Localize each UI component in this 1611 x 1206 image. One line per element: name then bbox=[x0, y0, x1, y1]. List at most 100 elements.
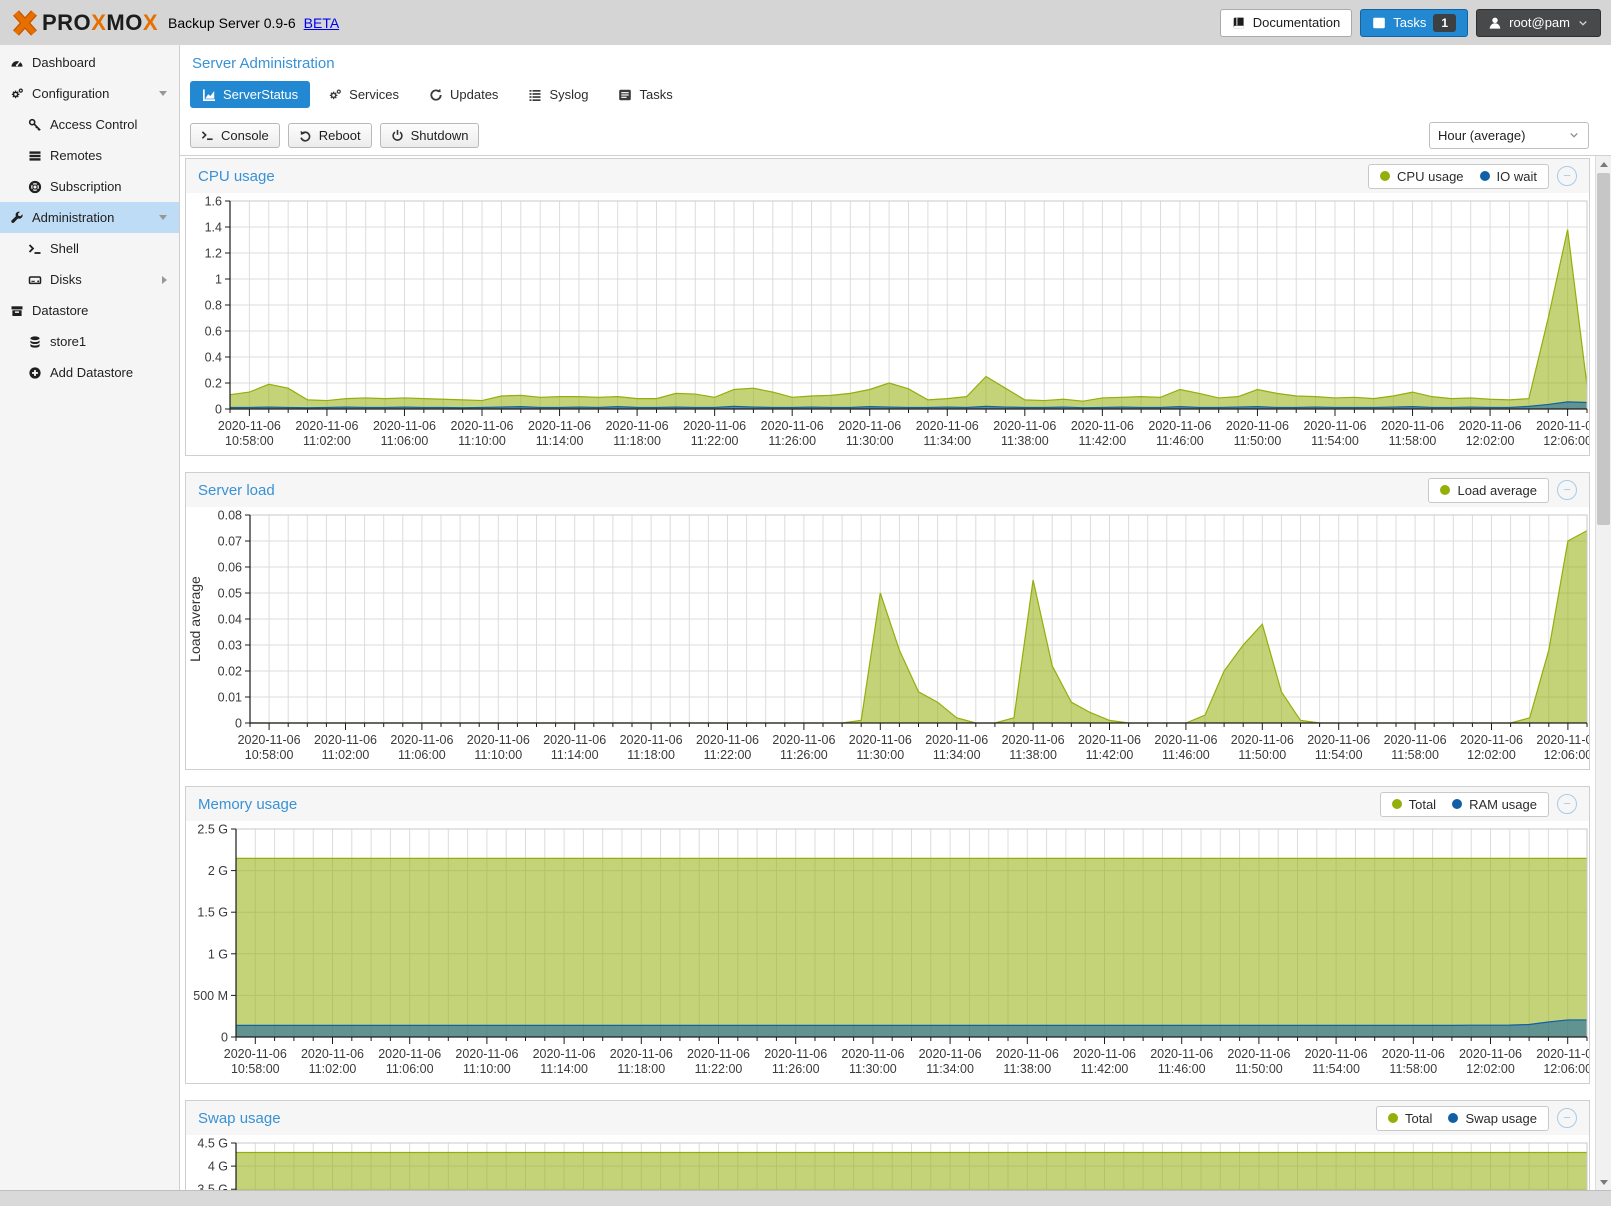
sidebar-item-access-control[interactable]: Access Control bbox=[0, 109, 179, 140]
panel-title: Server load bbox=[198, 482, 275, 499]
tasks-icon bbox=[618, 88, 632, 102]
svg-text:2020-11-06: 2020-11-06 bbox=[455, 1047, 518, 1061]
datastore-icon bbox=[10, 304, 24, 318]
svg-text:2020-11-06: 2020-11-06 bbox=[1073, 1047, 1136, 1061]
scroll-down-arrow-icon[interactable] bbox=[1596, 1174, 1611, 1190]
sidebar-item-subscription[interactable]: Subscription bbox=[0, 171, 179, 202]
shutdown-button[interactable]: Shutdown bbox=[380, 123, 480, 148]
legend-item-swap-usage[interactable]: Swap usage bbox=[1448, 1111, 1537, 1126]
svg-text:12:06:00: 12:06:00 bbox=[1543, 434, 1589, 448]
svg-text:1.2: 1.2 bbox=[205, 247, 222, 261]
svg-text:0.03: 0.03 bbox=[218, 639, 242, 653]
legend-label: RAM usage bbox=[1469, 797, 1537, 812]
svg-text:2020-11-06: 2020-11-06 bbox=[683, 419, 746, 433]
legend-label: Total bbox=[1405, 1111, 1432, 1126]
svg-text:2020-11-06: 2020-11-06 bbox=[620, 733, 683, 747]
range-select[interactable]: Hour (average) bbox=[1429, 122, 1589, 149]
svg-text:0: 0 bbox=[221, 1031, 228, 1045]
svg-text:11:22:00: 11:22:00 bbox=[691, 434, 739, 448]
terminal-icon bbox=[201, 129, 214, 142]
swap-usage-chart: 0500 M1 G1.5 G2 G2.5 G3 G3.5 G4 G4.5 G20… bbox=[186, 1135, 1589, 1190]
svg-text:2020-11-06: 2020-11-06 bbox=[1460, 733, 1523, 747]
tab-serverstatus[interactable]: ServerStatus bbox=[190, 81, 310, 108]
svg-text:2020-11-06: 2020-11-06 bbox=[1307, 733, 1370, 747]
collapse-panel-icon[interactable]: − bbox=[1557, 166, 1577, 186]
server-load-panel-header: Server load Load average − bbox=[186, 473, 1589, 507]
svg-text:2020-11-06: 2020-11-06 bbox=[1382, 1047, 1445, 1061]
svg-text:11:14:00: 11:14:00 bbox=[540, 1062, 588, 1076]
chevron-down-icon[interactable] bbox=[159, 91, 167, 96]
documentation-label: Documentation bbox=[1253, 15, 1340, 30]
swap-usage-panel-header: Swap usageTotalSwap usage− bbox=[186, 1101, 1589, 1135]
reboot-button[interactable]: Reboot bbox=[288, 123, 372, 148]
legend-item-ram-usage[interactable]: RAM usage bbox=[1452, 797, 1537, 812]
legend-item-total[interactable]: Total bbox=[1388, 1111, 1432, 1126]
console-button[interactable]: Console bbox=[190, 123, 280, 148]
svg-text:11:14:00: 11:14:00 bbox=[551, 748, 599, 762]
sidebar-item-remotes[interactable]: Remotes bbox=[0, 140, 179, 171]
beta-link[interactable]: BETA bbox=[304, 15, 340, 31]
sidebar-item-label: store1 bbox=[50, 334, 86, 349]
legend-item-total[interactable]: Total bbox=[1392, 797, 1436, 812]
legend-label: Swap usage bbox=[1465, 1111, 1537, 1126]
user-label: root@pam bbox=[1509, 15, 1570, 30]
vertical-scrollbar[interactable] bbox=[1595, 156, 1611, 1190]
svg-text:2020-11-06: 2020-11-06 bbox=[295, 419, 358, 433]
sidebar-item-datastore[interactable]: Datastore bbox=[0, 295, 179, 326]
svg-text:11:50:00: 11:50:00 bbox=[1235, 1062, 1283, 1076]
svg-text:12:02:00: 12:02:00 bbox=[1466, 434, 1515, 448]
sidebar-item-configuration[interactable]: Configuration bbox=[0, 78, 179, 109]
svg-text:2020-11-06: 2020-11-06 bbox=[218, 419, 281, 433]
sidebar-item-label: Administration bbox=[32, 210, 114, 225]
svg-text:11:02:00: 11:02:00 bbox=[309, 1062, 357, 1076]
collapse-panel-icon[interactable]: − bbox=[1557, 1108, 1577, 1128]
legend-label: IO wait bbox=[1497, 169, 1537, 184]
svg-text:2020-11-06: 2020-11-06 bbox=[996, 1047, 1059, 1061]
svg-text:11:58:00: 11:58:00 bbox=[1391, 748, 1439, 762]
chevron-down-icon[interactable] bbox=[159, 215, 167, 220]
svg-text:0.05: 0.05 bbox=[218, 587, 242, 601]
documentation-button[interactable]: Documentation bbox=[1220, 9, 1352, 37]
svg-text:2020-11-06: 2020-11-06 bbox=[314, 733, 377, 747]
collapse-panel-icon[interactable]: − bbox=[1557, 480, 1577, 500]
svg-text:2020-11-06: 2020-11-06 bbox=[1078, 733, 1141, 747]
tasks-icon bbox=[1372, 16, 1386, 30]
sidebar-item-dashboard[interactable]: Dashboard bbox=[0, 47, 179, 78]
product-title: Backup Server 0.9-6 bbox=[168, 15, 296, 31]
sidebar-item-label: Add Datastore bbox=[50, 365, 133, 380]
chevron-right-icon[interactable] bbox=[162, 276, 167, 284]
svg-text:11:26:00: 11:26:00 bbox=[772, 1062, 820, 1076]
page-title: Server Administration bbox=[180, 45, 1611, 81]
svg-text:2 G: 2 G bbox=[208, 864, 228, 878]
sidebar-item-add-datastore[interactable]: Add Datastore bbox=[0, 357, 179, 388]
svg-text:2020-11-06: 2020-11-06 bbox=[1227, 1047, 1290, 1061]
user-menu-button[interactable]: root@pam bbox=[1476, 9, 1601, 37]
cpu-usage-panel: CPU usageCPU usageIO wait−00.20.40.60.81… bbox=[185, 158, 1590, 456]
legend-item-cpu-usage[interactable]: CPU usage bbox=[1380, 169, 1463, 184]
collapse-panel-icon[interactable]: − bbox=[1557, 794, 1577, 814]
wrench-icon bbox=[10, 211, 24, 225]
sidebar-item-store1[interactable]: store1 bbox=[0, 326, 179, 357]
scrollbar-thumb[interactable] bbox=[1597, 173, 1610, 525]
sidebar-item-disks[interactable]: Disks bbox=[0, 264, 179, 295]
tab-updates[interactable]: Updates bbox=[417, 81, 510, 108]
sidebar-item-administration[interactable]: Administration bbox=[0, 202, 179, 233]
svg-text:11:10:00: 11:10:00 bbox=[463, 1062, 511, 1076]
legend-item-io-wait[interactable]: IO wait bbox=[1480, 169, 1537, 184]
tab-syslog[interactable]: Syslog bbox=[516, 81, 600, 108]
proxmox-x-logo-icon bbox=[10, 8, 40, 38]
legend-item-load-average[interactable]: Load average bbox=[1440, 483, 1537, 498]
sidebar-item-shell[interactable]: Shell bbox=[0, 233, 179, 264]
svg-text:2020-11-06: 2020-11-06 bbox=[761, 419, 824, 433]
tab-services[interactable]: Services bbox=[316, 81, 411, 108]
svg-text:11:10:00: 11:10:00 bbox=[458, 434, 506, 448]
tasks-button[interactable]: Tasks 1 bbox=[1360, 9, 1468, 37]
svg-text:11:06:00: 11:06:00 bbox=[398, 748, 446, 762]
scroll-up-arrow-icon[interactable] bbox=[1596, 156, 1611, 172]
memory-usage-chart: 0500 M1 G1.5 G2 G2.5 G2020-11-0610:58:00… bbox=[186, 821, 1589, 1081]
support-icon bbox=[28, 180, 42, 194]
tab-tasks[interactable]: Tasks bbox=[606, 81, 684, 108]
svg-text:2020-11-06: 2020-11-06 bbox=[1002, 733, 1065, 747]
svg-text:2.5 G: 2.5 G bbox=[197, 823, 228, 837]
sidebar-item-label: Dashboard bbox=[32, 55, 96, 70]
